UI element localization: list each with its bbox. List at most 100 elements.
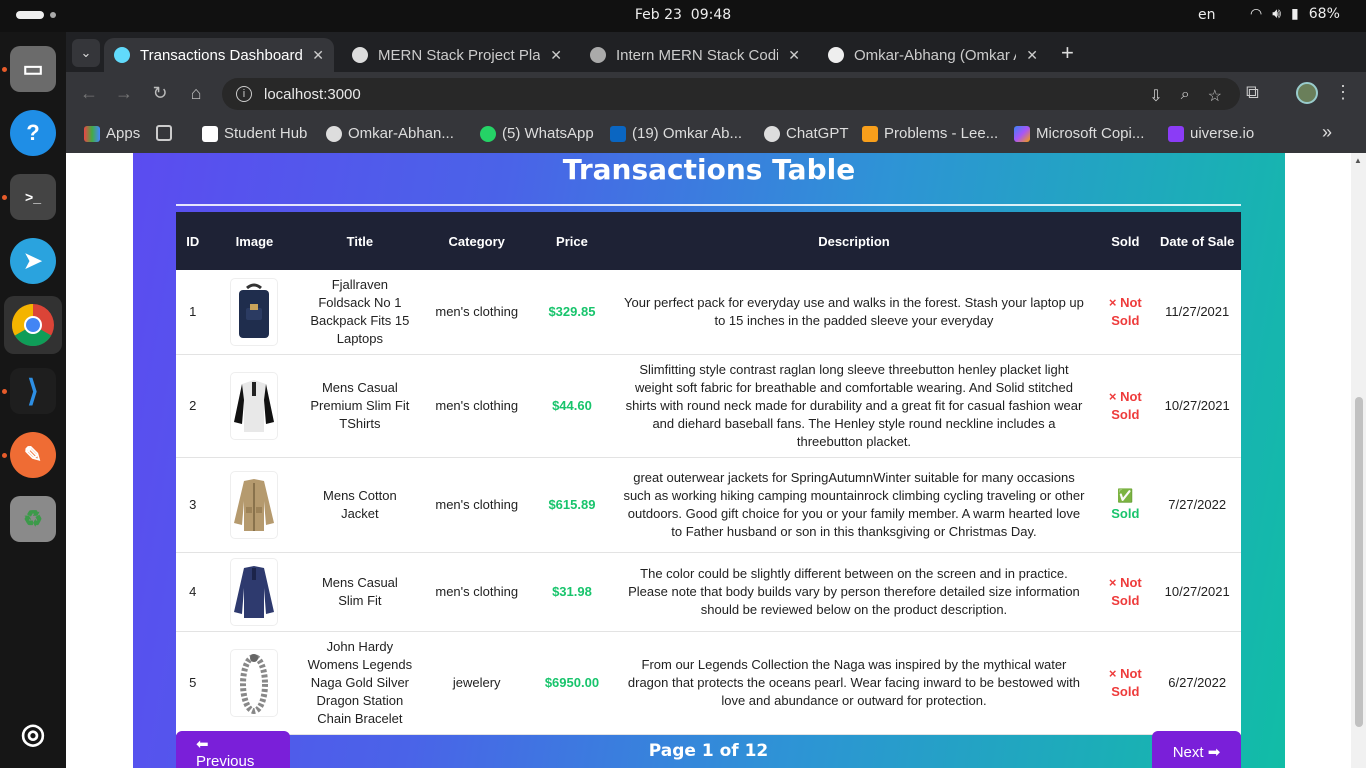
extensions-icon[interactable]: ⧉: [1246, 82, 1259, 103]
more-bookmarks-icon[interactable]: »: [1322, 122, 1332, 143]
column-header-description[interactable]: Description: [611, 212, 1098, 270]
system-top-bar: Feb 23 09:48 en ◠ 🔊︎ ▮ 68%: [0, 0, 1366, 32]
wifi-icon: ◠: [1250, 6, 1263, 22]
show-apps-icon[interactable]: ◎: [10, 710, 56, 756]
tab-intern-mern-stack[interactable]: Intern MERN Stack Codin ✕: [580, 38, 810, 72]
scroll-up-arrow-icon[interactable]: ▲: [1354, 156, 1362, 165]
bookmark-apps[interactable]: Apps: [84, 125, 140, 142]
vscode-app-icon[interactable]: ⟩: [10, 368, 56, 414]
cell-image: [209, 552, 300, 632]
title-divider: [176, 204, 1241, 206]
browser-menu-icon[interactable]: ⋮: [1334, 82, 1352, 103]
uiverse-icon: [1168, 125, 1184, 142]
cell-image: [209, 457, 300, 553]
address-bar-row: ← → ↻ ⌂ i localhost:3000 ⇩ ⌕ ☆ ⧉ ⋮: [66, 72, 1366, 116]
battery-percent: 68%: [1308, 6, 1340, 22]
install-app-icon[interactable]: ⇩: [1149, 86, 1162, 106]
bookmark-star-icon[interactable]: ☆: [1208, 86, 1222, 106]
column-header-image[interactable]: Image: [209, 212, 299, 270]
page-scrollbar[interactable]: ▲: [1351, 153, 1366, 768]
bookmark-chatgpt[interactable]: ChatGPT: [764, 125, 849, 142]
student-hub-icon: [202, 125, 218, 142]
zoom-icon[interactable]: ⌕: [1181, 86, 1190, 106]
close-tab-icon[interactable]: ✕: [788, 47, 800, 64]
bookmark-copilot[interactable]: Microsoft Copi...: [1014, 125, 1144, 142]
system-tray[interactable]: ◠ 🔊︎ ▮ 68%: [1250, 6, 1340, 22]
table-row[interactable]: 5 John Hardy Womens Legends Naga Gold Si…: [176, 631, 1241, 735]
chatgpt-favicon-icon: [352, 47, 368, 63]
running-indicator: [2, 453, 7, 458]
running-indicator: [2, 389, 7, 394]
cell-category: men's clothing: [420, 270, 534, 355]
telegram-app-icon[interactable]: ➤: [10, 238, 56, 284]
postman-app-icon[interactable]: ✎: [10, 432, 56, 478]
github-icon: [326, 125, 342, 142]
files-app-icon[interactable]: ▭: [10, 46, 56, 92]
cell-description: Slimfitting style contrast raglan long s…: [610, 354, 1098, 458]
table-row[interactable]: 2 Mens Casual Premium Slim Fit TShirts m…: [176, 354, 1241, 458]
cell-title: Mens Cotton Jacket: [299, 457, 421, 553]
site-info-icon[interactable]: i: [236, 86, 252, 102]
close-tab-icon[interactable]: ✕: [1026, 47, 1038, 64]
page-title: Transactions Table: [562, 153, 856, 186]
column-header-price[interactable]: Price: [533, 212, 611, 270]
tab-transactions-dashboard[interactable]: Transactions Dashboard ✕: [104, 38, 334, 72]
dock: ▭ ? >_ ➤ ⟩ ✎ ♻ ◎: [0, 32, 66, 768]
terminal-app-icon[interactable]: >_: [10, 174, 56, 220]
bookmark-uiverse[interactable]: uiverse.io: [1168, 125, 1254, 142]
bookmark-whatsapp[interactable]: (5) WhatsApp: [480, 125, 594, 142]
tab-mern-stack-project-plan[interactable]: MERN Stack Project Plan ✕: [342, 38, 572, 72]
leetcode-icon: [862, 125, 878, 142]
table-row[interactable]: 4 Mens Casual Slim Fit men's clothing $3…: [176, 552, 1241, 632]
cell-price: $6950.00: [533, 631, 611, 735]
column-header-id[interactable]: ID: [176, 212, 209, 270]
cell-image: [209, 354, 300, 458]
table-row[interactable]: 1 Fjallraven Foldsack No 1 Backpack Fits…: [176, 270, 1241, 355]
scrollbar-thumb[interactable]: [1355, 397, 1363, 727]
profile-avatar[interactable]: [1296, 82, 1318, 104]
close-tab-icon[interactable]: ✕: [312, 47, 324, 64]
column-header-title[interactable]: Title: [300, 212, 421, 270]
column-header-category[interactable]: Category: [420, 212, 533, 270]
bookmark-linkedin[interactable]: (19) Omkar Ab...: [610, 125, 742, 142]
bookmarks-bar: Apps Student Hub Omkar-Abhan... (5) What…: [66, 116, 1366, 153]
cell-sold-status: × Not Sold: [1097, 270, 1154, 355]
column-header-sold[interactable]: Sold: [1097, 212, 1153, 270]
cell-category: men's clothing: [420, 457, 534, 553]
column-header-date-of-sale[interactable]: Date of Sale: [1153, 212, 1241, 270]
backpack-image: [231, 279, 277, 345]
bookmark-github[interactable]: Omkar-Abhan...: [326, 125, 454, 142]
help-app-icon[interactable]: ?: [10, 110, 56, 156]
table-row[interactable]: 3 Mens Cotton Jacket men's clothing $615…: [176, 457, 1241, 553]
linkedin-icon: [610, 125, 626, 142]
copilot-icon: [1014, 125, 1030, 142]
raglan-shirt-image: [231, 373, 277, 439]
tab-omkar-abhang-github[interactable]: Omkar-Abhang (Omkar A ✕: [818, 38, 1048, 72]
cell-sold-status: × Not Sold: [1097, 552, 1154, 632]
cell-sold-status: × Not Sold: [1097, 354, 1154, 458]
back-button[interactable]: ←: [78, 83, 100, 104]
cell-id: 3: [176, 457, 210, 553]
next-page-button[interactable]: Next ➡: [1152, 731, 1241, 768]
url-text: localhost:3000: [264, 85, 361, 103]
close-tab-icon[interactable]: ✕: [550, 47, 562, 64]
reload-button[interactable]: ↻: [149, 83, 171, 104]
globe-favicon-icon: [590, 47, 606, 63]
forward-button[interactable]: →: [113, 83, 135, 104]
bookmark-tab-groups[interactable]: [156, 125, 172, 141]
cell-title: Fjallraven Foldsack No 1 Backpack Fits 1…: [299, 270, 421, 355]
address-input[interactable]: i localhost:3000 ⇩ ⌕ ☆: [222, 78, 1240, 110]
bookmark-leetcode[interactable]: Problems - Lee...: [862, 125, 998, 142]
system-clock[interactable]: Feb 23 09:48: [0, 7, 1366, 23]
new-tab-button[interactable]: +: [1061, 40, 1074, 66]
react-favicon-icon: [114, 47, 130, 63]
cell-price: $329.85: [533, 270, 611, 355]
cell-date-of-sale: 11/27/2021: [1153, 270, 1241, 355]
trash-app-icon[interactable]: ♻: [10, 496, 56, 542]
chrome-app-icon[interactable]: [4, 296, 62, 354]
cell-description: great outerwear jackets for SpringAutumn…: [610, 457, 1098, 553]
input-language[interactable]: en: [1198, 7, 1216, 23]
tab-search-button[interactable]: ⌄: [72, 39, 100, 67]
home-button[interactable]: ⌂: [185, 83, 207, 104]
bookmark-student-hub[interactable]: Student Hub: [202, 125, 307, 142]
